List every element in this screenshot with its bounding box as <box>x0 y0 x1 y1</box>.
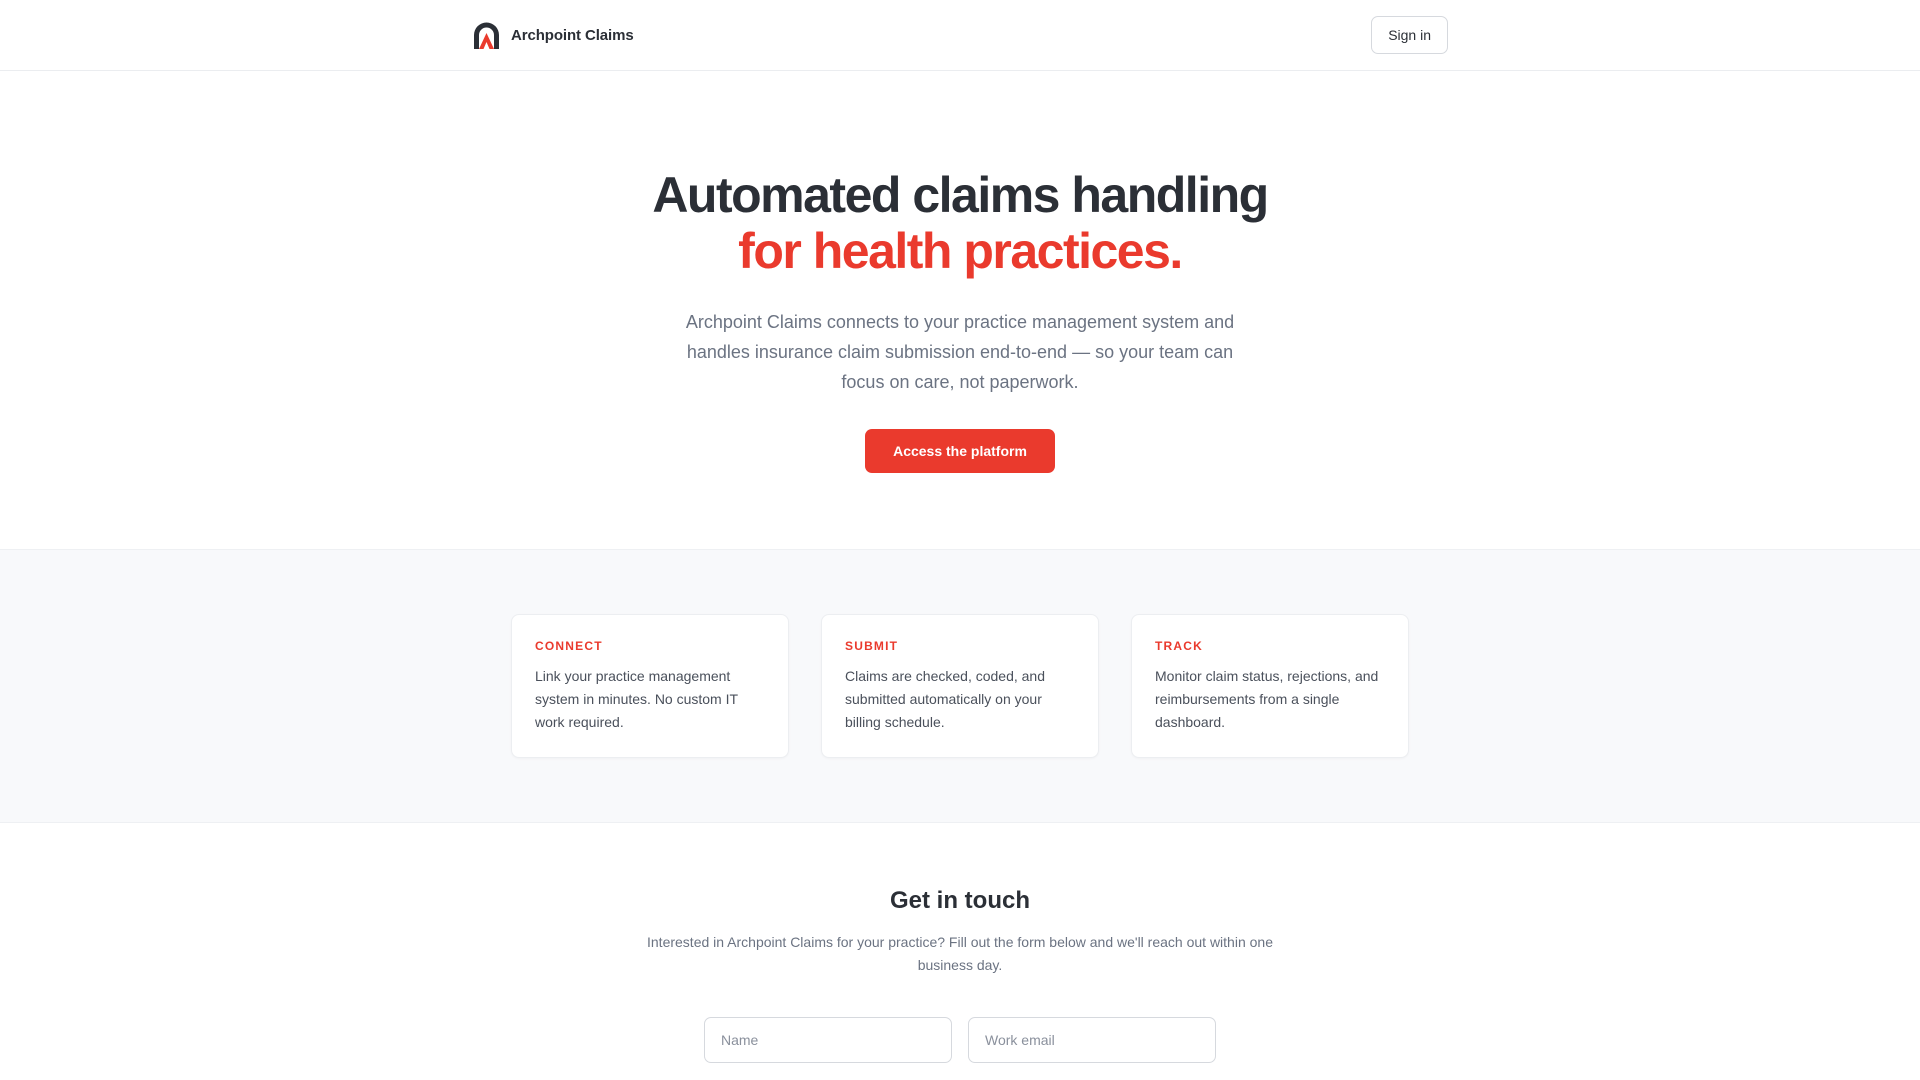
brand-name: Archpoint Claims <box>511 26 634 44</box>
site-header: Archpoint Claims Sign in <box>0 0 1920 71</box>
sign-in-button[interactable]: Sign in <box>1371 16 1448 54</box>
header-container: Archpoint Claims Sign in <box>472 0 1448 70</box>
contact-description: Interested in Archpoint Claims for your … <box>647 934 1273 973</box>
arch-logo-icon <box>474 22 499 49</box>
feature-body: Link your practice management system in … <box>535 668 738 730</box>
features-section: CONNECT Link your practice management sy… <box>0 549 1920 823</box>
brand[interactable]: Archpoint Claims <box>472 20 634 50</box>
hero-headline-line2: for health practices. <box>738 223 1183 279</box>
contact-section: Get in touch Interested in Archpoint Cla… <box>0 823 1920 1080</box>
feature-title: CONNECT <box>535 639 603 653</box>
feature-title: TRACK <box>1155 639 1203 653</box>
hero-section: Automated claims handling for health pra… <box>0 71 1920 549</box>
contact-heading: Get in touch <box>890 887 1030 914</box>
feature-title: SUBMIT <box>845 639 899 653</box>
feature-card-track: TRACK Monitor claim status, rejections, … <box>1131 614 1409 758</box>
feature-card-submit: SUBMIT Claims are checked, coded, and su… <box>821 614 1099 758</box>
hero-headline: Automated claims handling for health pra… <box>0 167 1920 279</box>
feature-body: Monitor claim status, rejections, and re… <box>1155 668 1379 730</box>
access-platform-button[interactable]: Access the platform <box>865 429 1055 473</box>
contact-form-row <box>0 1017 1920 1063</box>
hero-description: Archpoint Claims connects to your practi… <box>685 312 1235 392</box>
feature-body: Claims are checked, coded, and submitted… <box>845 668 1045 730</box>
name-field[interactable] <box>704 1017 952 1063</box>
work-email-field[interactable] <box>968 1017 1216 1063</box>
feature-card-connect: CONNECT Link your practice management sy… <box>511 614 789 758</box>
hero-headline-line1: Automated claims handling <box>652 167 1269 223</box>
